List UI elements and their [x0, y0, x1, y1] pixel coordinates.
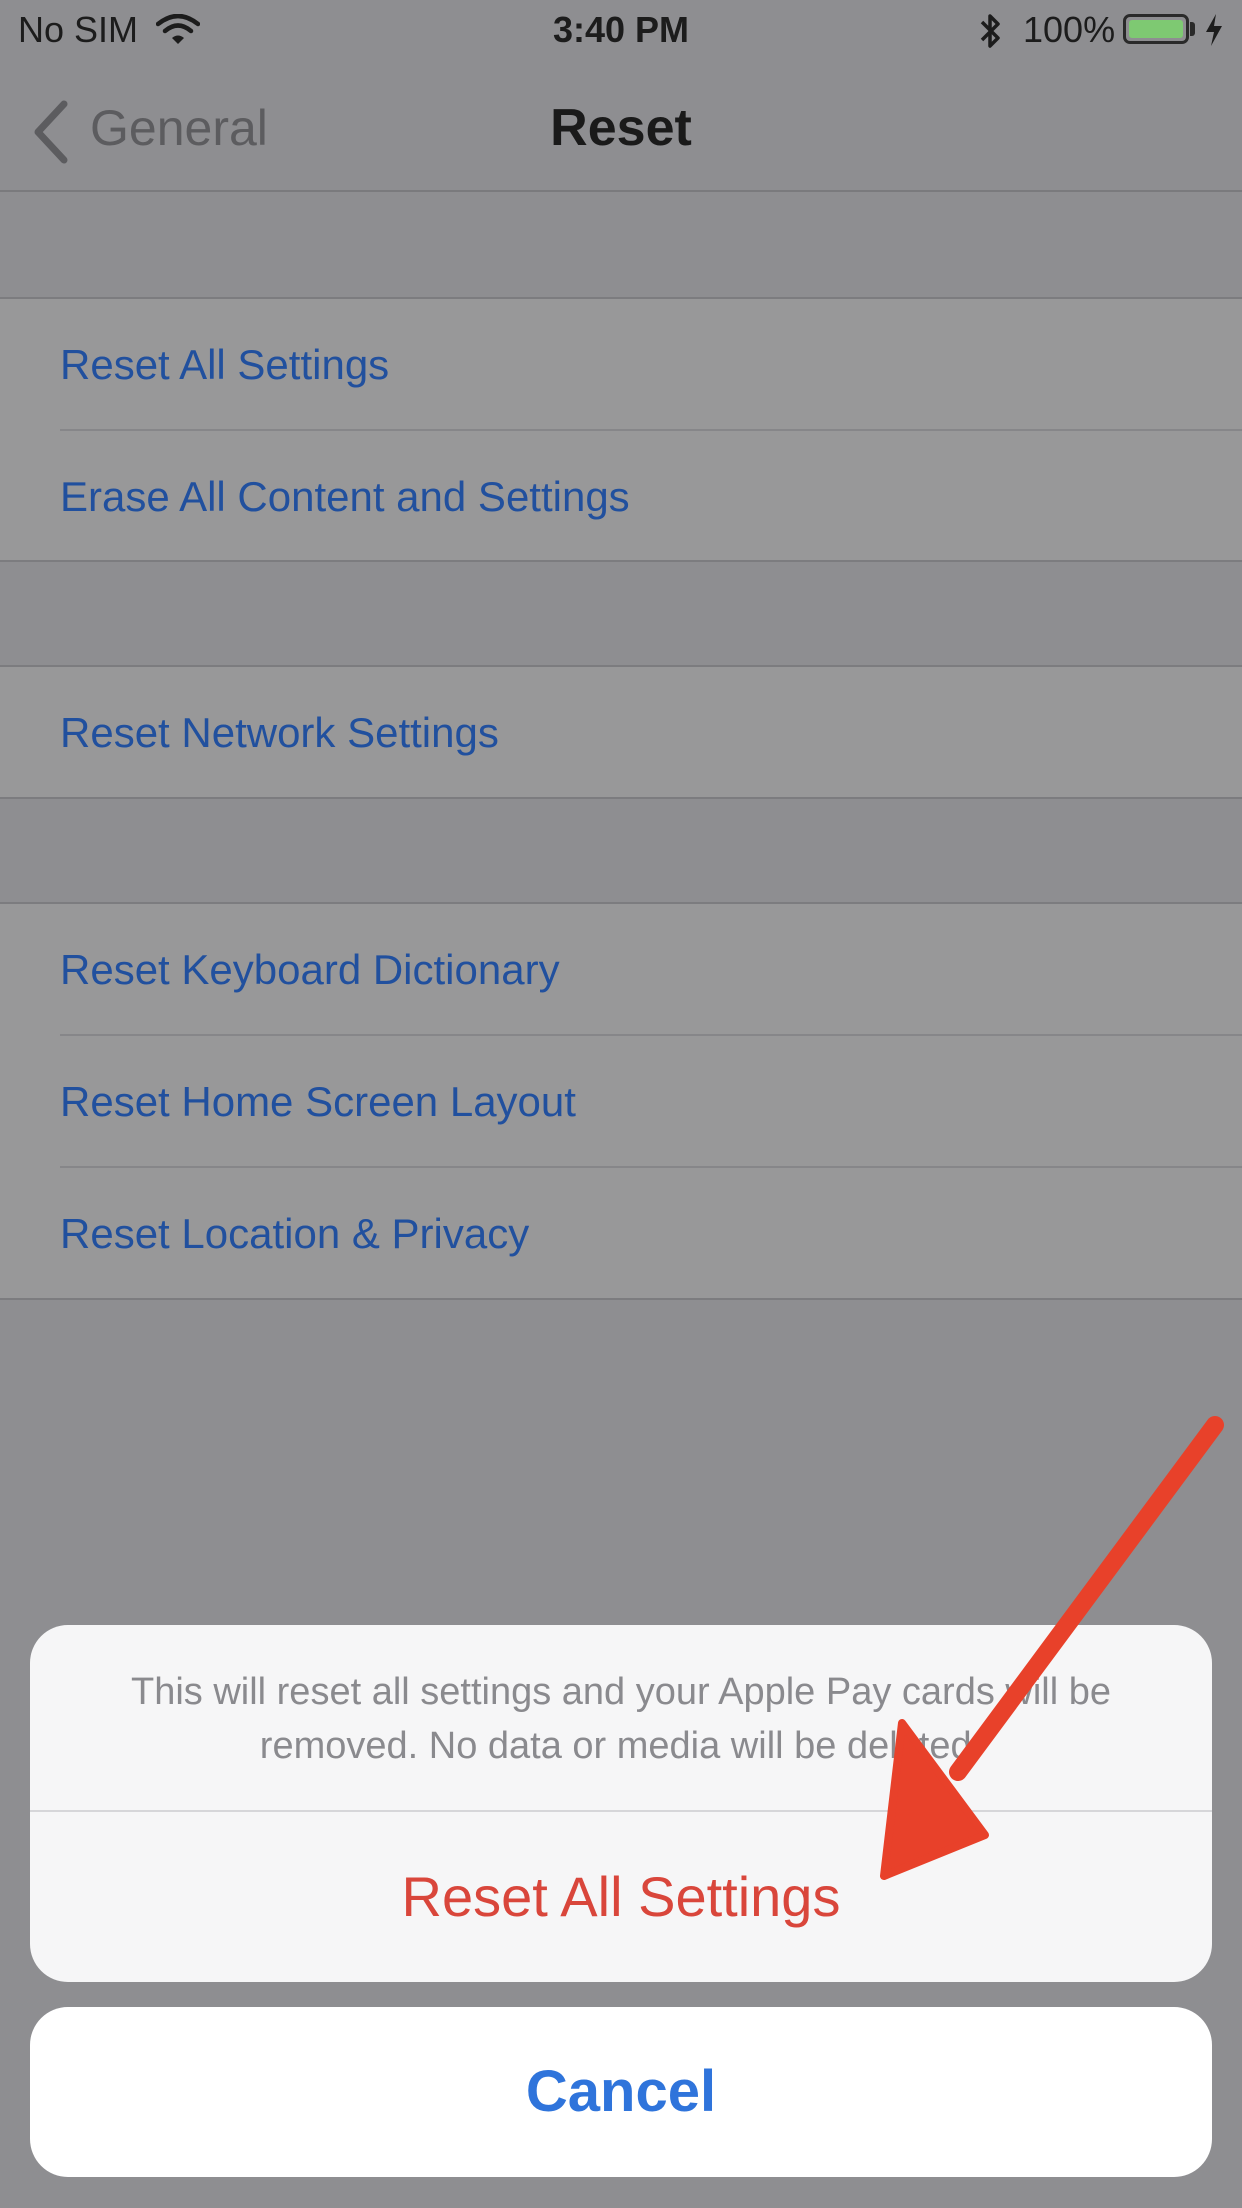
battery-icon: [1123, 14, 1189, 44]
row-label: Reset All Settings: [60, 341, 390, 388]
reset-location-privacy-row[interactable]: Reset Location & Privacy: [60, 1168, 1242, 1300]
bluetooth-icon: [980, 14, 1000, 48]
reset-all-settings-row[interactable]: Reset All Settings: [60, 299, 1242, 431]
battery-percent: 100%: [1023, 9, 1116, 50]
reset-group-2: Reset Network Settings: [0, 665, 1242, 799]
erase-all-content-row[interactable]: Erase All Content and Settings: [60, 431, 1242, 563]
reset-group-1: Reset All Settings Erase All Content and…: [0, 297, 1242, 562]
row-label: Reset Location & Privacy: [60, 1210, 530, 1257]
row-label: Reset Network Settings: [60, 709, 499, 756]
navigation-bar: General Reset: [0, 60, 1242, 192]
confirm-reset-all-settings-button[interactable]: Reset All Settings: [30, 1812, 1212, 1982]
reset-keyboard-dictionary-row[interactable]: Reset Keyboard Dictionary: [60, 904, 1242, 1036]
page-title: Reset: [550, 99, 692, 157]
row-label: Reset Keyboard Dictionary: [60, 946, 560, 993]
row-label: Erase All Content and Settings: [60, 473, 630, 520]
action-sheet-message: This will reset all settings and your Ap…: [130, 1671, 1111, 1767]
cancel-label: Cancel: [525, 2059, 717, 2124]
action-sheet: This will reset all settings and your Ap…: [30, 1625, 1212, 1982]
charging-bolt-icon: [1206, 14, 1222, 46]
reset-home-screen-layout-row[interactable]: Reset Home Screen Layout: [60, 1036, 1242, 1168]
cancel-button[interactable]: Cancel: [30, 2007, 1212, 2177]
confirm-reset-label: Reset All Settings: [401, 1865, 841, 1928]
reset-network-settings-row[interactable]: Reset Network Settings: [60, 667, 1242, 799]
battery-nub: [1190, 22, 1195, 36]
reset-group-3: Reset Keyboard Dictionary Reset Home Scr…: [0, 902, 1242, 1300]
row-label: Reset Home Screen Layout: [60, 1078, 576, 1125]
